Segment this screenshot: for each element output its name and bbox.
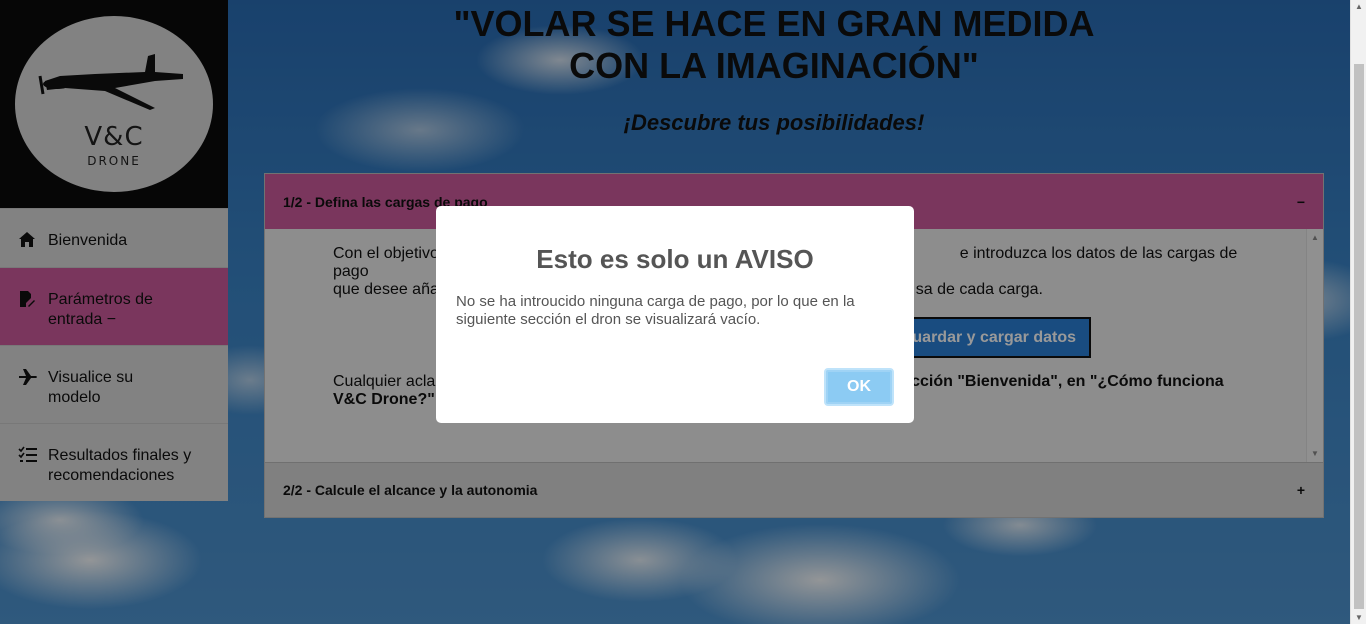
dialog-title: Esto es solo un AVISO: [536, 244, 814, 274]
ok-button[interactable]: OK: [824, 368, 894, 406]
dialog-message: No se ha introucido ninguna carga de pag…: [456, 293, 855, 328]
scrollbar-thumb[interactable]: [1354, 64, 1364, 609]
scroll-up-icon[interactable]: ▲: [1355, 2, 1363, 11]
scroll-down-icon[interactable]: ▼: [1355, 613, 1363, 622]
alert-dialog: Esto es solo un AVISO No se ha introucid…: [436, 206, 914, 423]
page-scrollbar[interactable]: ▲ ▼: [1350, 0, 1366, 624]
